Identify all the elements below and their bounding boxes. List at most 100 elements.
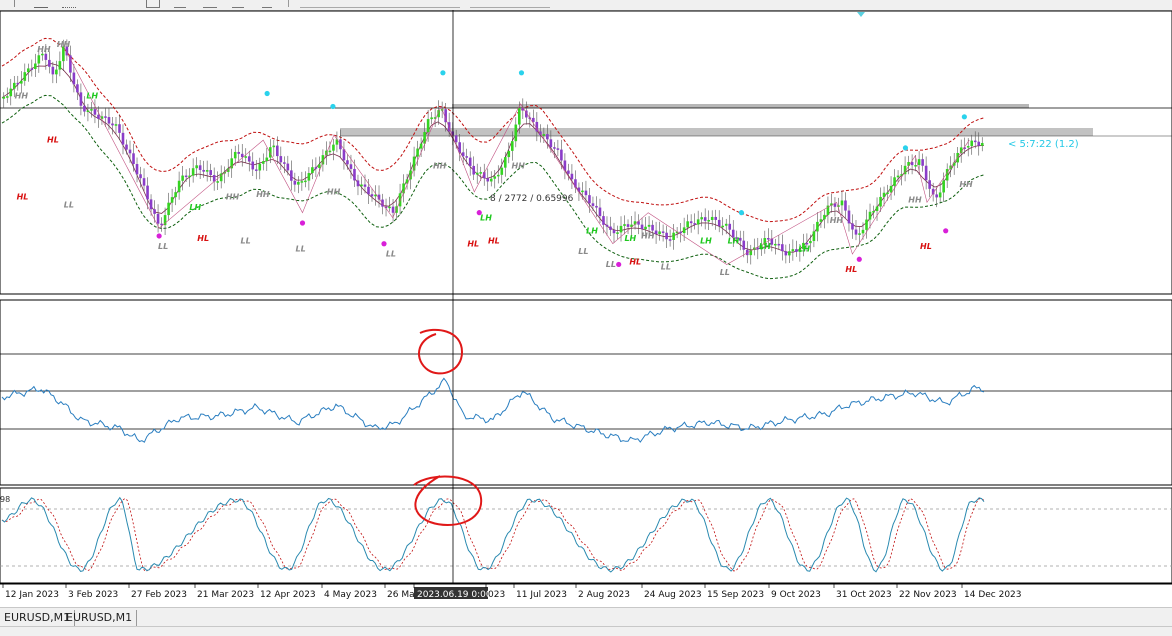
price-chart[interactable]: HH HH HH LH HL HL LL LH HH HH HH LL HL LL LL LL HH HH LH HL… bbox=[0, 10, 1172, 605]
candle-bear bbox=[149, 199, 153, 210]
tab-eurusd-m1-2[interactable]: EURUSD,M1 bbox=[62, 610, 138, 626]
swing-label: LL bbox=[241, 237, 251, 246]
candle-bull bbox=[416, 148, 419, 157]
candle-bear bbox=[472, 165, 476, 175]
candle-bull bbox=[658, 231, 661, 235]
candle-bear bbox=[602, 216, 605, 225]
candle-bull bbox=[34, 63, 37, 69]
tool-zoom-icon[interactable] bbox=[174, 0, 186, 8]
candle-bear bbox=[146, 185, 149, 200]
candle-bear bbox=[584, 190, 588, 196]
symbol-tabs: EURUSD,M1 EURUSD,M1 bbox=[0, 607, 1172, 636]
candle-bear bbox=[240, 153, 244, 158]
timeframe-buttons[interactable] bbox=[300, 0, 460, 8]
swing-label: HH bbox=[641, 232, 655, 241]
candle-bull bbox=[774, 243, 777, 246]
candle-bear bbox=[16, 82, 20, 85]
candle-bull bbox=[191, 168, 195, 176]
candle-bull bbox=[496, 174, 500, 177]
candle-bull bbox=[889, 185, 893, 193]
swing-high-dot bbox=[738, 210, 745, 216]
subwindow-3-label: 98 bbox=[0, 495, 10, 504]
swing-high-dot bbox=[902, 145, 909, 151]
crosshair-time-label: 2023.06.19 0:00 bbox=[417, 590, 492, 600]
candle-bear bbox=[591, 203, 595, 206]
swing-label: HH bbox=[15, 92, 29, 101]
swing-low-dot bbox=[299, 220, 306, 226]
tool-template-icon[interactable] bbox=[262, 0, 272, 8]
candle-bear bbox=[153, 209, 156, 214]
candle-bull bbox=[893, 177, 896, 186]
candle-bull bbox=[12, 82, 16, 89]
candle-bear bbox=[693, 223, 696, 225]
swing-label: HL bbox=[467, 239, 479, 248]
tool-cursor-icon[interactable] bbox=[4, 0, 15, 7]
candle-bear bbox=[767, 238, 770, 240]
tool-screenshot-icon[interactable] bbox=[146, 0, 160, 8]
candle-bull bbox=[980, 142, 984, 146]
candle-bear bbox=[605, 224, 609, 227]
tool-text-icon[interactable] bbox=[34, 0, 48, 8]
candle-bear bbox=[290, 170, 293, 181]
candle-bear bbox=[679, 231, 682, 234]
candle-bull bbox=[840, 200, 844, 206]
candle-bull bbox=[872, 211, 875, 213]
candle-bull bbox=[430, 117, 433, 120]
candle-bear bbox=[346, 160, 349, 165]
swing-label: HH bbox=[433, 162, 447, 171]
indicator-2-frame bbox=[0, 487, 1172, 584]
swing-label: LH bbox=[189, 203, 201, 212]
swing-low-dot bbox=[381, 241, 387, 247]
swing-label: LH bbox=[728, 237, 740, 246]
candle-bull bbox=[970, 140, 974, 147]
candle-bear bbox=[928, 180, 931, 189]
candle-bear bbox=[51, 66, 55, 75]
crosshair-readout: 8 / 2772 / 0.65996 bbox=[490, 194, 574, 204]
tool-fibo-icon[interactable] bbox=[62, 0, 76, 8]
x-tick-label: 2 Aug 2023 bbox=[578, 590, 630, 600]
candle-bear bbox=[661, 231, 665, 233]
candle-bear bbox=[111, 123, 114, 126]
candle-bull bbox=[265, 157, 269, 162]
swing-label: HH bbox=[327, 188, 341, 197]
candle-bull bbox=[244, 156, 248, 158]
candle-bear bbox=[532, 117, 535, 122]
candle-bull bbox=[647, 224, 651, 227]
tool-grid-icon[interactable] bbox=[203, 0, 217, 8]
candle-bear bbox=[283, 162, 286, 164]
candle-bear bbox=[97, 114, 100, 119]
candle-bear bbox=[549, 139, 553, 148]
candle-bear bbox=[714, 216, 718, 220]
x-tick-label: 023 bbox=[488, 590, 505, 600]
candle-bull bbox=[942, 180, 945, 193]
tabs-divider bbox=[0, 626, 1172, 627]
candle-bear bbox=[486, 178, 490, 182]
candle-bear bbox=[83, 105, 86, 112]
candle-bear bbox=[458, 142, 461, 153]
candle-bull bbox=[174, 192, 177, 198]
candle-bull bbox=[809, 240, 812, 244]
swing-label: HH bbox=[226, 193, 240, 202]
swing-label: LH bbox=[798, 245, 810, 254]
candle-bull bbox=[114, 124, 118, 126]
x-tick-label: 3 Feb 2023 bbox=[68, 590, 118, 600]
x-tick-label: 12 Jan 2023 bbox=[5, 590, 59, 600]
candle-bear bbox=[72, 72, 76, 85]
candle-bull bbox=[37, 55, 41, 64]
candle-bear bbox=[76, 84, 79, 93]
timeframe-buttons-2[interactable] bbox=[470, 0, 550, 8]
candle-bear bbox=[135, 164, 139, 175]
swing-label: HH bbox=[830, 216, 844, 225]
x-tick-label: 21 Mar 2023 bbox=[197, 590, 254, 600]
swing-label: HH bbox=[256, 190, 270, 199]
candle-bear bbox=[728, 223, 732, 230]
candle-bear bbox=[276, 145, 279, 157]
candle-bull bbox=[170, 197, 174, 203]
candle-bull bbox=[19, 80, 23, 84]
candle-bull bbox=[865, 219, 868, 230]
swing-label: HH bbox=[908, 195, 922, 204]
candle-bull bbox=[360, 184, 363, 187]
candle-bear bbox=[286, 163, 290, 171]
candle-bull bbox=[682, 227, 686, 234]
tool-period-icon[interactable] bbox=[232, 0, 244, 8]
